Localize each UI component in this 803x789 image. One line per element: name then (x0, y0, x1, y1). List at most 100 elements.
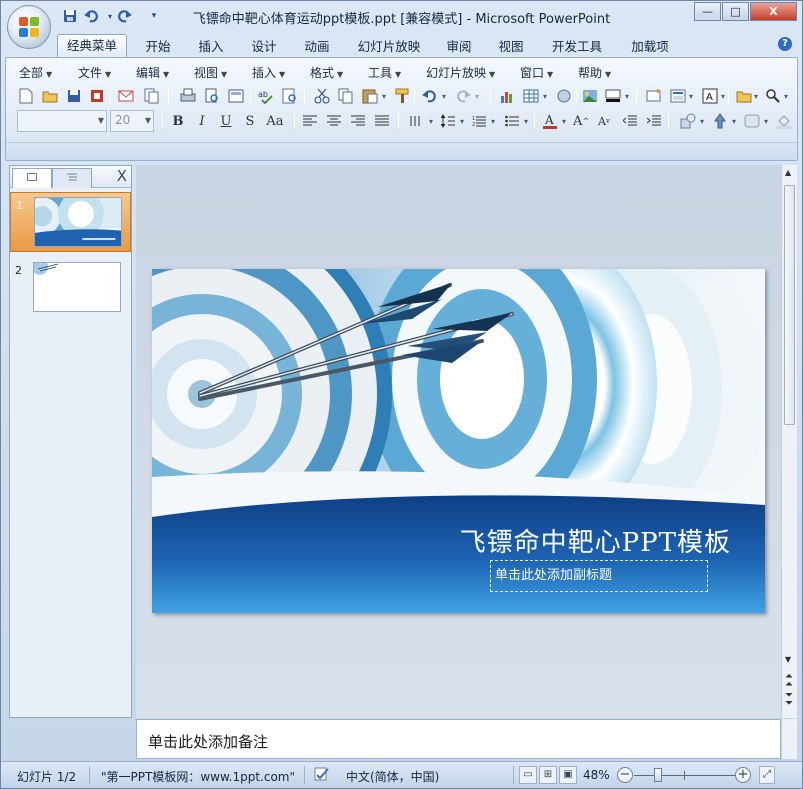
cut-icon[interactable] (312, 86, 332, 106)
shapes-icon[interactable] (678, 111, 698, 131)
tab-slideshow[interactable]: 幻灯片放映 (351, 36, 427, 57)
line-spacing-dropdown-icon[interactable]: ▾ (457, 111, 467, 131)
office-button[interactable] (7, 5, 51, 49)
slide-thumbnail-2[interactable]: 2 (10, 258, 131, 318)
email-icon[interactable] (116, 86, 136, 106)
bullets-icon[interactable] (502, 111, 522, 131)
tab-design[interactable]: 设计 (244, 36, 284, 57)
zoom-out-icon[interactable]: − (617, 767, 633, 783)
find-dropdown-icon[interactable]: ▾ (781, 86, 791, 106)
redo-toolbar-icon[interactable] (453, 86, 473, 106)
table-dropdown-icon[interactable]: ▾ (540, 86, 550, 106)
menu-help[interactable]: 帮助 ▼ (578, 63, 611, 83)
shape-fill-icon[interactable] (774, 111, 794, 131)
menu-all[interactable]: 全部 ▼ (19, 63, 52, 83)
color-fill-icon[interactable] (603, 86, 623, 106)
layout-icon[interactable] (668, 86, 688, 106)
clipart-icon[interactable] (554, 86, 574, 106)
font-color-dropdown-icon[interactable]: ▾ (559, 111, 569, 131)
slide-sorter-icon[interactable]: ⊞ (539, 766, 557, 784)
menu-view[interactable]: 视图 ▼ (194, 63, 227, 83)
text-direction-dropdown-icon[interactable]: ▾ (426, 111, 436, 131)
current-slide[interactable]: 飞镖命中靶心PPT模板 单击此处添加副标题 (152, 269, 765, 613)
arrange-dropdown-icon[interactable]: ▾ (729, 111, 739, 131)
arrange-icon[interactable] (710, 111, 730, 131)
decrease-indent-icon[interactable] (620, 111, 640, 131)
menu-insert[interactable]: 插入 ▼ (252, 63, 285, 83)
help-icon[interactable]: ? (778, 37, 792, 51)
menu-file[interactable]: 文件 ▼ (78, 63, 111, 83)
maximize-button[interactable]: □ (722, 2, 749, 21)
subtitle-placeholder[interactable]: 单击此处添加副标题 (490, 560, 708, 592)
tab-classic-menu[interactable]: 经典菜单 (57, 34, 127, 58)
menu-edit[interactable]: 编辑 ▼ (136, 63, 169, 83)
permission-icon[interactable] (87, 86, 107, 106)
menu-window[interactable]: 窗口 ▼ (520, 63, 553, 83)
menu-tools[interactable]: 工具 ▼ (368, 63, 401, 83)
shapes-dropdown-icon[interactable]: ▾ (697, 111, 707, 131)
tab-review[interactable]: 审阅 (441, 36, 477, 57)
tab-home[interactable]: 开始 (138, 36, 178, 57)
zoom-slider-thumb[interactable] (654, 768, 663, 782)
language-indicator[interactable]: 中文(简体，中国) (346, 768, 439, 785)
font-name-combo[interactable]: ▼ (17, 110, 107, 132)
zoom-in-icon[interactable]: + (735, 767, 751, 783)
vertical-scrollbar[interactable]: ▲ ▼ ⏶ ⏶ ⏷ ⏷ (781, 165, 797, 718)
quick-styles-dropdown-icon[interactable]: ▾ (761, 111, 771, 131)
text-direction-icon[interactable] (406, 111, 426, 131)
layout-dropdown-icon[interactable]: ▾ (686, 86, 696, 106)
slide-thumbnail-1[interactable]: 1 (10, 192, 131, 252)
menu-format[interactable]: 格式 ▼ (310, 63, 343, 83)
tab-view[interactable]: 视图 (493, 36, 529, 57)
open-folder-icon[interactable] (40, 86, 60, 106)
outline-tab[interactable] (52, 168, 92, 188)
undo-toolbar-icon[interactable] (420, 86, 440, 106)
paste-dropdown-icon[interactable]: ▾ (379, 86, 389, 106)
shadow-icon[interactable]: S (240, 111, 260, 131)
justify-icon[interactable] (372, 111, 392, 131)
line-spacing-icon[interactable] (438, 111, 458, 131)
textbox-icon[interactable]: A (700, 86, 720, 106)
font-size-combo[interactable]: 20 ▼ (110, 110, 154, 132)
print-preview-icon[interactable] (202, 86, 222, 106)
slides-tab[interactable] (12, 168, 52, 188)
save-toolbar-icon[interactable] (64, 86, 84, 106)
scroll-thumb[interactable] (784, 185, 795, 425)
increase-indent-icon[interactable] (644, 111, 664, 131)
folder-dropdown-icon[interactable]: ▾ (751, 86, 761, 106)
undo-icon[interactable] (83, 7, 101, 25)
previous-slide-icon[interactable]: ⏶ ⏶ (785, 672, 793, 690)
normal-view-icon[interactable]: ▭ (519, 766, 537, 784)
align-left-icon[interactable] (300, 111, 320, 131)
align-right-icon[interactable] (348, 111, 368, 131)
redo-icon[interactable] (115, 7, 133, 25)
zoom-level[interactable]: 48% (583, 768, 610, 782)
undo-list-icon[interactable]: ▾ (439, 86, 449, 106)
table-icon[interactable] (521, 86, 541, 106)
color-dropdown-icon[interactable]: ▾ (622, 86, 632, 106)
slide-title[interactable]: 飞镖命中靶心PPT模板 (460, 522, 731, 559)
scroll-up-icon[interactable]: ▲ (785, 168, 791, 177)
find-icon[interactable] (763, 86, 783, 106)
customize-quick-access-icon[interactable]: ▾ (145, 7, 163, 25)
format-painter-icon[interactable] (393, 86, 413, 106)
close-button[interactable]: X (750, 2, 797, 21)
align-center-icon[interactable] (324, 111, 344, 131)
next-slide-icon[interactable]: ⏷ ⏷ (785, 691, 793, 709)
picture-icon[interactable] (580, 86, 600, 106)
copy-icon[interactable] (336, 86, 356, 106)
chart-icon[interactable] (497, 86, 517, 106)
research-icon[interactable] (280, 86, 300, 106)
bullets-dropdown-icon[interactable]: ▾ (521, 111, 531, 131)
change-case-icon[interactable]: Aa (262, 111, 288, 131)
quick-styles-icon[interactable] (742, 111, 762, 131)
theme-name[interactable]: "第一PPT模板网：www.1ppt.com" (101, 768, 295, 785)
slideshow-view-icon[interactable]: ▣ (559, 766, 577, 784)
menu-slideshow[interactable]: 幻灯片放映 ▼ (426, 63, 495, 83)
textbox-dropdown-icon[interactable]: ▾ (718, 86, 728, 106)
spelling-icon[interactable]: ab (256, 86, 276, 106)
minimize-button[interactable]: — (694, 2, 721, 21)
scroll-down-icon[interactable]: ▼ (785, 655, 791, 664)
underline-icon[interactable]: U (216, 111, 236, 131)
paste-icon[interactable] (360, 86, 380, 106)
